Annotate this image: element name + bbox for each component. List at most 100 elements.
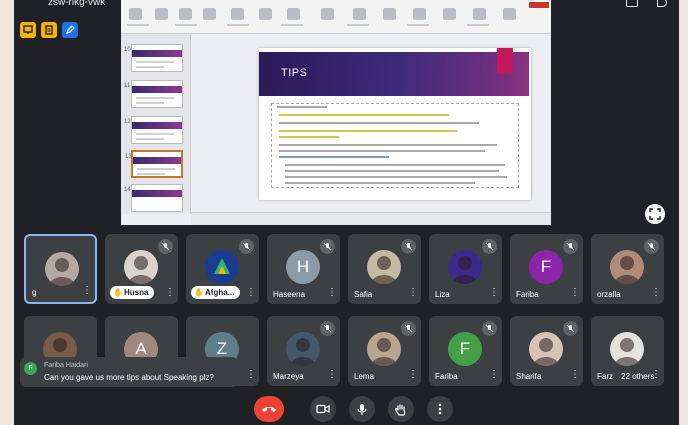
- participant-name: Liza: [435, 290, 450, 299]
- chat-notification[interactable]: F Fariba Haidari Can you gave us more ti…: [20, 357, 238, 387]
- tile-more-icon[interactable]: ⋮: [570, 370, 580, 380]
- mic-muted-icon: [158, 239, 173, 254]
- slide-thumbnail[interactable]: 11: [124, 80, 183, 108]
- avatar: [124, 250, 158, 284]
- mic-muted-icon: [401, 321, 416, 336]
- raise-hand-icon: [395, 403, 406, 416]
- tab-icon[interactable]: [626, 0, 638, 7]
- participant-name: Fariba: [435, 372, 458, 381]
- speaker-icon[interactable]: [657, 0, 667, 7]
- tile-more-icon[interactable]: ⋮: [327, 370, 337, 380]
- fullscreen-button[interactable]: [645, 204, 665, 224]
- participant-tile[interactable]: Afgha... ✋ ⋮: [186, 234, 259, 304]
- slide-thumbnail[interactable]: 10: [124, 44, 183, 72]
- participant-tile[interactable]: Husna ✋ ⋮: [105, 234, 178, 304]
- pen-icon: [65, 25, 75, 35]
- more-options-icon: [438, 403, 442, 415]
- shared-screen: 10 11 12 13 14 TIPS: [121, 0, 551, 225]
- participant-tile[interactable]: Safia ⋮: [348, 234, 421, 304]
- tile-more-icon[interactable]: ⋮: [246, 370, 256, 380]
- notes-badge[interactable]: [41, 22, 57, 38]
- participant-name: Fariba: [516, 290, 539, 299]
- mic-muted-icon: [563, 321, 578, 336]
- tile-more-icon[interactable]: ⋮: [82, 286, 92, 296]
- slide-thumbnails: 10 11 12 13 14: [121, 34, 191, 214]
- mic-muted-icon: [239, 239, 254, 254]
- participant-tile[interactable]: orzalla ⋮: [591, 234, 664, 304]
- slide-header: TIPS: [259, 52, 529, 96]
- slide-accent: [497, 48, 513, 74]
- microphone-button[interactable]: [349, 396, 375, 422]
- note-icon: [45, 25, 53, 35]
- avatar: H: [286, 250, 320, 284]
- camera-off-icon: [316, 404, 330, 414]
- participant-tile[interactable]: F Fariba ⋮: [510, 234, 583, 304]
- participant-tile[interactable]: Marzeya ⋮: [267, 316, 340, 386]
- raised-hand-icon: ✋: [113, 288, 123, 297]
- tile-more-icon[interactable]: ⋮: [408, 288, 418, 298]
- participant-tile[interactable]: F Fariba ⋮: [429, 316, 502, 386]
- participant-name: Farz: [597, 372, 613, 381]
- avatar: [610, 250, 644, 284]
- slide-thumbnail-selected[interactable]: 13: [125, 150, 183, 178]
- tile-more-icon[interactable]: ⋮: [570, 288, 580, 298]
- tile-more-icon[interactable]: ⋮: [489, 288, 499, 298]
- tile-more-icon[interactable]: ⋮: [651, 370, 661, 380]
- mic-muted-icon: [320, 321, 335, 336]
- participant-tile[interactable]: Liza ⋮: [429, 234, 502, 304]
- slide-title: TIPS: [281, 67, 308, 79]
- host-tools: [20, 22, 78, 38]
- participant-name: orzalla: [597, 290, 621, 299]
- chat-sender: Fariba Haidari: [44, 362, 88, 369]
- end-call-button[interactable]: [254, 396, 284, 422]
- powerpoint-ribbon: [121, 0, 551, 34]
- participant-tile[interactable]: Sharifa ⋮: [510, 316, 583, 386]
- avatar: [610, 332, 644, 366]
- slide-thumbnail[interactable]: 12: [124, 116, 183, 144]
- meeting-code: zsw-rikg-vwk: [48, 0, 106, 8]
- mic-muted-icon: [482, 239, 497, 254]
- presenter-badge[interactable]: [20, 22, 36, 38]
- avatar: [367, 332, 401, 366]
- camera-button[interactable]: [310, 396, 336, 422]
- tile-more-icon[interactable]: ⋮: [246, 288, 256, 298]
- chat-avatar: F: [24, 362, 37, 375]
- tile-more-icon[interactable]: ⋮: [408, 370, 418, 380]
- avatar: [205, 250, 239, 284]
- tile-more-icon[interactable]: ⋮: [327, 288, 337, 298]
- more-options-button[interactable]: [427, 396, 453, 422]
- tile-more-icon[interactable]: ⋮: [651, 288, 661, 298]
- slide-thumbnail[interactable]: 14: [124, 184, 183, 212]
- raised-hand-icon: ✋: [194, 288, 204, 297]
- participant-tile[interactable]: Lema ⋮: [348, 316, 421, 386]
- avatar: [286, 332, 320, 366]
- avatar: [448, 250, 482, 284]
- mic-muted-icon: [401, 239, 416, 254]
- participant-tile[interactable]: Farz 22 others ⋮: [591, 316, 664, 386]
- mic-muted-icon: [644, 239, 659, 254]
- participant-name: Haseena: [273, 290, 306, 299]
- avatar: F: [448, 332, 482, 366]
- mic-muted-icon: [482, 321, 497, 336]
- tile-more-icon[interactable]: ⋮: [165, 288, 175, 298]
- annotate-badge[interactable]: [62, 22, 78, 38]
- avatar: F: [529, 250, 563, 284]
- participant-tile[interactable]: H Haseena ⋮: [267, 234, 340, 304]
- others-count[interactable]: 22 others: [621, 372, 654, 381]
- meet-window: zsw-rikg-vwk 10 11 12 13 14 TIPS g ⋮ Hus…: [14, 0, 679, 425]
- mic-muted-icon: [320, 239, 335, 254]
- avatar: [367, 250, 401, 284]
- chat-message: Can you gave us more tips about Speaking…: [44, 373, 214, 382]
- speaker-notes-bar: [191, 212, 551, 225]
- presenter-icon: [23, 25, 33, 34]
- participant-name: Marzeya: [273, 372, 304, 381]
- fullscreen-icon: [649, 208, 661, 220]
- participant-tile[interactable]: g ⋮: [24, 234, 97, 304]
- tile-more-icon[interactable]: ⋮: [489, 370, 499, 380]
- end-call-icon: [262, 407, 276, 412]
- avatar: [529, 332, 563, 366]
- raise-hand-button[interactable]: [388, 396, 414, 422]
- avatar: [45, 252, 79, 286]
- participant-name: Lema: [354, 372, 375, 381]
- participant-name: g: [32, 288, 37, 297]
